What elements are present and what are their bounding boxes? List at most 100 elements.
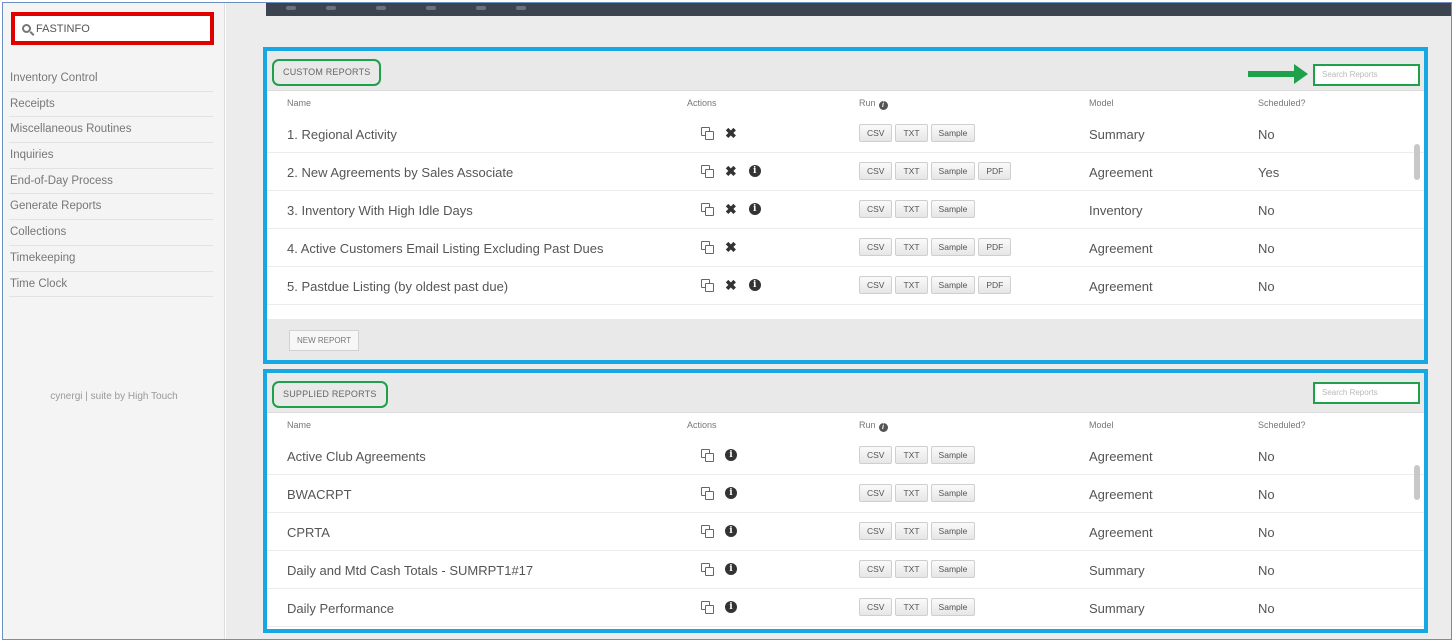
delete-icon[interactable]: ✖ xyxy=(725,164,737,178)
toolbar-icon[interactable] xyxy=(376,6,386,10)
copy-icon[interactable] xyxy=(701,279,714,292)
sidebar-item-miscellaneous-routines[interactable]: Miscellaneous Routines xyxy=(9,117,213,144)
run-txt-button[interactable]: TXT xyxy=(895,598,928,616)
report-name[interactable]: 2. New Agreements by Sales Associate xyxy=(287,165,513,180)
run-txt-button[interactable]: TXT xyxy=(895,446,928,464)
run-csv-button[interactable]: CSV xyxy=(859,446,893,464)
row-actions: ✖ i xyxy=(701,164,761,178)
run-txt-button[interactable]: TXT xyxy=(895,124,928,142)
info-icon[interactable]: i xyxy=(725,525,737,537)
run-txt-button[interactable]: TXT xyxy=(895,560,928,578)
row-actions: i xyxy=(701,449,737,462)
delete-icon[interactable]: ✖ xyxy=(725,126,737,140)
run-txt-button[interactable]: TXT xyxy=(895,484,928,502)
copy-icon[interactable] xyxy=(701,203,714,216)
run-pdf-button[interactable]: PDF xyxy=(978,238,1012,256)
sidebar-item-end-of-day-process[interactable]: End-of-Day Process xyxy=(9,169,213,195)
info-icon[interactable]: i xyxy=(725,601,737,613)
supplied-reports-search-input[interactable]: Search Reports xyxy=(1313,382,1420,404)
report-model: Summary xyxy=(1089,127,1145,142)
row-actions: ✖ xyxy=(701,126,737,140)
scrollbar-thumb[interactable] xyxy=(1414,144,1420,180)
run-sample-button[interactable]: Sample xyxy=(930,522,976,540)
delete-icon[interactable]: ✖ xyxy=(725,240,737,254)
run-csv-button[interactable]: CSV xyxy=(859,124,893,142)
toolbar-icon[interactable] xyxy=(286,6,296,10)
run-sample-button[interactable]: Sample xyxy=(930,446,976,464)
run-csv-button[interactable]: CSV xyxy=(859,238,893,256)
run-sample-button[interactable]: Sample xyxy=(930,162,976,180)
sidebar-item-timekeeping[interactable]: Timekeeping xyxy=(9,246,213,272)
run-sample-button[interactable]: Sample xyxy=(930,484,976,502)
row-actions: ✖ xyxy=(701,240,737,254)
delete-icon[interactable]: ✖ xyxy=(725,278,737,292)
run-sample-button[interactable]: Sample xyxy=(930,124,976,142)
info-icon[interactable]: i xyxy=(725,449,737,461)
report-name[interactable]: Daily Performance xyxy=(287,601,394,616)
delete-icon[interactable]: ✖ xyxy=(725,202,737,216)
info-icon[interactable]: i xyxy=(748,279,761,291)
toolbar-icon[interactable] xyxy=(476,6,486,10)
table-row: 4. Active Customers Email Listing Exclud… xyxy=(267,229,1424,267)
report-model: Summary xyxy=(1089,601,1145,616)
sidebar-item-receipts[interactable]: Receipts xyxy=(9,92,213,118)
run-sample-button[interactable]: Sample xyxy=(930,560,976,578)
report-name[interactable]: Daily and Mtd Cash Totals - SUMRPT1#17 xyxy=(287,563,533,578)
info-icon[interactable]: i xyxy=(725,563,737,575)
fastinfo-search-label: FASTINFO xyxy=(36,22,90,35)
run-csv-button[interactable]: CSV xyxy=(859,484,893,502)
run-txt-button[interactable]: TXT xyxy=(895,162,928,180)
info-icon[interactable]: i xyxy=(725,487,737,499)
copy-icon[interactable] xyxy=(701,601,714,614)
run-sample-button[interactable]: Sample xyxy=(930,238,976,256)
sidebar-item-generate-reports[interactable]: Generate Reports xyxy=(9,194,213,221)
report-name[interactable]: 1. Regional Activity xyxy=(287,127,397,142)
fastinfo-search[interactable]: FASTINFO xyxy=(11,12,214,45)
run-sample-button[interactable]: Sample xyxy=(930,200,976,218)
new-report-button[interactable]: NEW REPORT xyxy=(289,330,360,351)
report-name[interactable]: 5. Pastdue Listing (by oldest past due) xyxy=(287,279,508,294)
copy-icon[interactable] xyxy=(701,449,714,462)
copy-icon[interactable] xyxy=(701,563,714,576)
run-txt-button[interactable]: TXT xyxy=(895,238,928,256)
copy-icon[interactable] xyxy=(701,487,714,500)
info-icon[interactable]: i xyxy=(748,165,761,177)
run-csv-button[interactable]: CSV xyxy=(859,162,893,180)
run-txt-button[interactable]: TXT xyxy=(895,522,928,540)
run-txt-button[interactable]: TXT xyxy=(895,276,928,294)
report-model: Agreement xyxy=(1089,165,1153,180)
sidebar-item-inventory-control[interactable]: Inventory Control xyxy=(9,66,213,92)
sidebar-item-collections[interactable]: Collections xyxy=(9,220,213,246)
sidebar-item-inquiries[interactable]: Inquiries xyxy=(9,143,213,169)
info-icon[interactable]: i xyxy=(748,203,761,215)
copy-icon[interactable] xyxy=(701,165,714,178)
run-csv-button[interactable]: CSV xyxy=(859,522,893,540)
supplied-reports-panel: SUPPLIED REPORTS Search Reports Name Act… xyxy=(263,369,1428,633)
report-model: Agreement xyxy=(1089,525,1153,540)
copy-icon[interactable] xyxy=(701,127,714,140)
toolbar-icon[interactable] xyxy=(326,6,336,10)
copy-icon[interactable] xyxy=(701,241,714,254)
toolbar-icon[interactable] xyxy=(516,6,526,10)
run-pdf-button[interactable]: PDF xyxy=(978,276,1012,294)
scrollbar-thumb[interactable] xyxy=(1414,465,1420,500)
run-buttons: CSV TXT Sample PDF xyxy=(859,238,1012,256)
run-csv-button[interactable]: CSV xyxy=(859,276,893,294)
report-name[interactable]: BWACRPT xyxy=(287,487,352,502)
run-csv-button[interactable]: CSV xyxy=(859,598,893,616)
report-name[interactable]: CPRTA xyxy=(287,525,330,540)
column-actions: Actions xyxy=(687,98,717,108)
copy-icon[interactable] xyxy=(701,525,714,538)
report-name[interactable]: 3. Inventory With High Idle Days xyxy=(287,203,473,218)
run-csv-button[interactable]: CSV xyxy=(859,200,893,218)
run-sample-button[interactable]: Sample xyxy=(930,276,976,294)
run-csv-button[interactable]: CSV xyxy=(859,560,893,578)
run-sample-button[interactable]: Sample xyxy=(930,598,976,616)
toolbar-icon[interactable] xyxy=(426,6,436,10)
custom-reports-search-input[interactable]: Search Reports xyxy=(1313,64,1420,86)
sidebar-item-time-clock[interactable]: Time Clock xyxy=(9,272,213,298)
report-name[interactable]: 4. Active Customers Email Listing Exclud… xyxy=(287,241,603,256)
run-txt-button[interactable]: TXT xyxy=(895,200,928,218)
report-name[interactable]: Active Club Agreements xyxy=(287,449,426,464)
run-pdf-button[interactable]: PDF xyxy=(978,162,1012,180)
